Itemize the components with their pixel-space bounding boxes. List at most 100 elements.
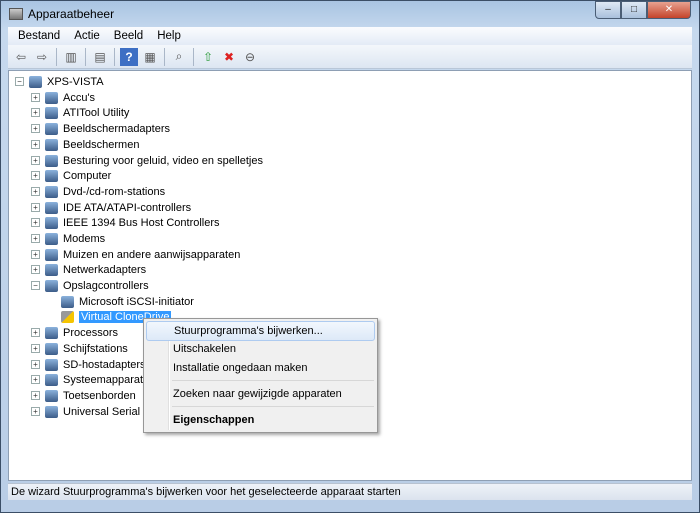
- close-button[interactable]: ✕: [647, 1, 691, 19]
- context-menu-item[interactable]: Stuurprogramma's bijwerken...: [146, 321, 375, 341]
- expand-icon[interactable]: +: [31, 218, 40, 227]
- tree-item[interactable]: + Beeldschermen: [31, 137, 139, 152]
- scan-hardware-icon[interactable]: ⌕: [170, 48, 188, 66]
- context-menu-item[interactable]: Zoeken naar gewijzigde apparaten: [146, 384, 375, 404]
- tree-item[interactable]: + Dvd-/cd-rom-stations: [31, 184, 165, 199]
- expand-icon[interactable]: +: [31, 234, 40, 243]
- tree-item-label: XPS-VISTA: [47, 75, 104, 88]
- expand-icon[interactable]: +: [31, 375, 40, 384]
- tree-item-label: Microsoft iSCSI-initiator: [79, 295, 194, 308]
- tree-item[interactable]: + IEEE 1394 Bus Host Controllers: [31, 215, 220, 230]
- forward-icon[interactable]: ⇨: [33, 48, 51, 66]
- device-icon: [45, 106, 58, 119]
- device-icon: [45, 373, 58, 386]
- update-driver-icon[interactable]: ⇧: [199, 48, 217, 66]
- tree-item-label: Computer: [63, 169, 112, 182]
- expand-icon[interactable]: +: [31, 360, 40, 369]
- expand-icon[interactable]: +: [31, 124, 40, 133]
- tree-item-label: Accu's: [63, 91, 96, 104]
- uninstall-device-icon[interactable]: ⊖: [241, 48, 259, 66]
- minimize-button[interactable]: –: [595, 1, 621, 19]
- tree-item[interactable]: + Accu's: [31, 90, 95, 105]
- expand-icon[interactable]: +: [31, 328, 40, 337]
- tree-item-label: Beeldschermen: [63, 138, 140, 151]
- context-menu: Stuurprogramma's bijwerken... Uitschakele…: [143, 318, 378, 433]
- device-icon: [45, 405, 58, 418]
- tree-item-label: Dvd-/cd-rom-stations: [63, 185, 166, 198]
- expand-icon[interactable]: +: [31, 171, 40, 180]
- menu-separator: [172, 380, 374, 381]
- tree-item-label: Beeldschermadapters: [63, 122, 171, 135]
- tree-item[interactable]: + Modems: [31, 231, 105, 246]
- window-title: Apparaatbeheer: [28, 7, 115, 21]
- show-hide-console-tree-icon[interactable]: ▥: [62, 48, 80, 66]
- expand-icon[interactable]: +: [31, 187, 40, 196]
- tree-item[interactable]: + Computer: [31, 168, 111, 183]
- device-icon: [45, 138, 58, 151]
- menu-actie[interactable]: Actie: [74, 30, 100, 42]
- context-menu-item[interactable]: Uitschakelen: [146, 339, 375, 359]
- expand-icon[interactable]: +: [31, 391, 40, 400]
- device-icon: [45, 326, 58, 339]
- disable-device-icon[interactable]: ✖: [220, 48, 238, 66]
- collapse-icon[interactable]: −: [31, 281, 40, 290]
- device-icon: [45, 263, 58, 276]
- device-icon: [45, 232, 58, 245]
- menu-separator: [172, 406, 374, 407]
- tree-item-label: Netwerkadapters: [63, 263, 147, 276]
- toolbar: ⇦ ⇨ ▥ ▤? ▦ ⌕ ⇧ ✖ ⊖: [8, 45, 692, 69]
- tree-item[interactable]: + IDE ATA/ATAPI-controllers: [31, 200, 191, 215]
- toolbar-separator: [85, 47, 86, 66]
- back-icon[interactable]: ⇦: [12, 48, 30, 66]
- tree-item[interactable]: + ATITool Utility: [31, 105, 129, 120]
- title-bar: Apparaatbeheer: [9, 5, 114, 23]
- tree-item-label: Processors: [63, 326, 119, 339]
- expand-icon[interactable]: +: [31, 108, 40, 117]
- toolbar-separator: [164, 47, 165, 66]
- tree-item[interactable]: + Universal Serial B: [31, 404, 150, 419]
- collapse-icon[interactable]: −: [15, 77, 24, 86]
- tree-item-label: IEEE 1394 Bus Host Controllers: [63, 216, 220, 229]
- tree-item-label: IDE ATA/ATAPI-controllers: [63, 201, 192, 214]
- device-icon: [45, 185, 58, 198]
- action-pane-icon[interactable]: ▦: [141, 48, 159, 66]
- tree-item[interactable]: + Schijfstations: [31, 341, 128, 356]
- device-icon: [45, 216, 58, 229]
- tree-item[interactable]: + Beeldschermadapters: [31, 121, 170, 136]
- menu-bestand[interactable]: Bestand: [18, 30, 60, 42]
- expand-icon[interactable]: +: [31, 250, 40, 259]
- device-manager-icon: [9, 8, 23, 20]
- device-icon: [45, 201, 58, 214]
- tree-item[interactable]: − XPS-VISTA: [15, 74, 104, 89]
- toolbar-separator: [114, 47, 115, 66]
- device-icon: [45, 91, 58, 104]
- context-menu-item[interactable]: Eigenschappen: [146, 410, 375, 430]
- tree-item[interactable]: + Processors: [31, 325, 118, 340]
- device-icon: [45, 279, 58, 292]
- tree-item-label: Muizen en andere aanwijsapparaten: [63, 248, 241, 261]
- menu-help[interactable]: Help: [157, 30, 181, 42]
- maximize-button[interactable]: □: [621, 1, 647, 19]
- device-icon: [45, 154, 58, 167]
- tree-item[interactable]: + Netwerkadapters: [31, 262, 146, 277]
- tree-item[interactable]: − Opslagcontrollers: [31, 278, 149, 293]
- tree-item-label: Besturing voor geluid, video en spelletj…: [63, 154, 263, 167]
- tree-item[interactable]: + SD-hostadapters: [31, 357, 146, 372]
- expand-icon[interactable]: +: [31, 156, 40, 165]
- tree-item[interactable]: Microsoft iSCSI-initiator: [61, 294, 194, 309]
- expand-icon[interactable]: +: [31, 93, 40, 102]
- expand-icon[interactable]: +: [31, 344, 40, 353]
- expand-icon[interactable]: +: [31, 407, 40, 416]
- tree-item[interactable]: + Besturing voor geluid, video en spellet…: [31, 153, 263, 168]
- tree-item[interactable]: + Muizen en andere aanwijsapparaten: [31, 247, 240, 262]
- toolbar-separator: [56, 47, 57, 66]
- tree-item[interactable]: + Systeemapparaten: [31, 372, 155, 387]
- expand-icon[interactable]: +: [31, 140, 40, 149]
- expand-icon[interactable]: +: [31, 265, 40, 274]
- menu-beeld[interactable]: Beeld: [114, 30, 143, 42]
- context-menu-item[interactable]: Installatie ongedaan maken: [146, 358, 375, 378]
- help-icon[interactable]: ?: [120, 47, 138, 66]
- tree-item[interactable]: + Toetsenborden: [31, 388, 136, 403]
- properties-icon[interactable]: ▤: [91, 48, 109, 66]
- expand-icon[interactable]: +: [31, 203, 40, 212]
